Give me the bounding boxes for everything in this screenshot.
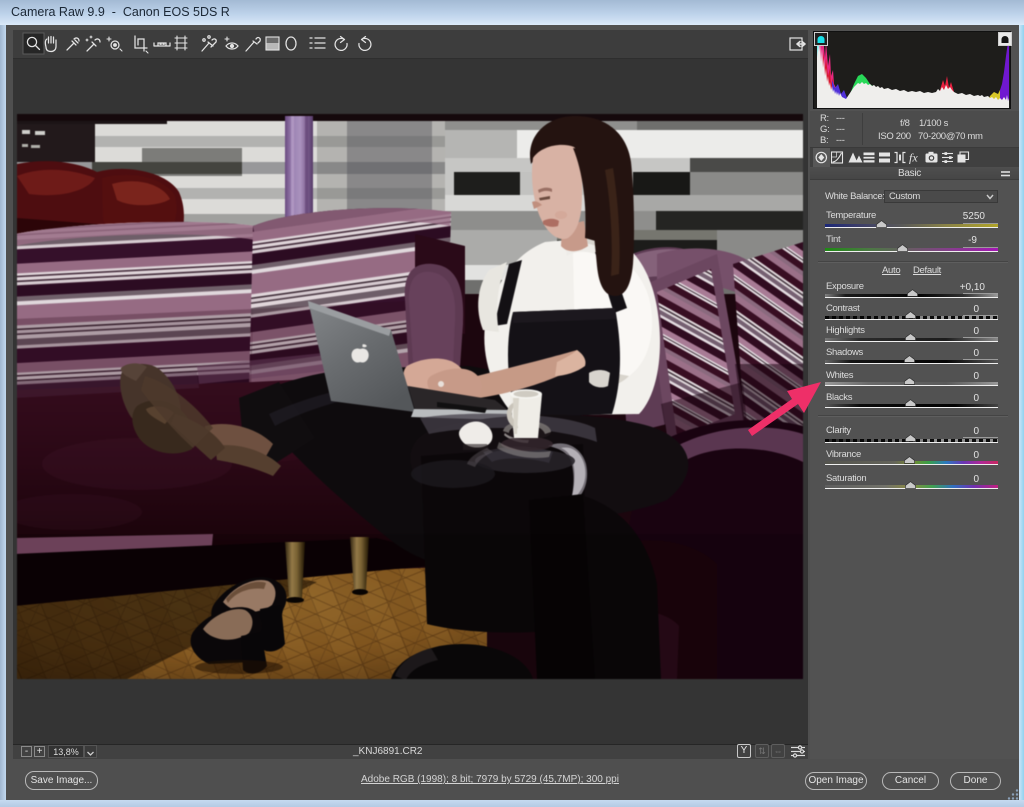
svg-text:fx: fx xyxy=(909,151,918,165)
